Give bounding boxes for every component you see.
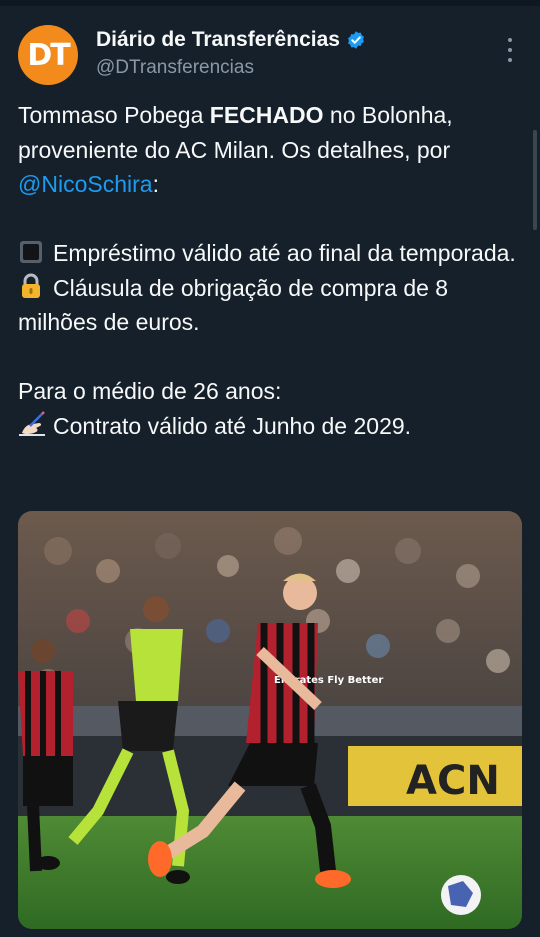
tweet-bullet-1: Empréstimo válido até ao final da tempor… xyxy=(18,236,528,271)
writing-hand-icon xyxy=(18,410,45,436)
tweet-text: Tommaso Pobega FECHADO no Bolonha, prove… xyxy=(18,98,528,443)
lock-icon xyxy=(18,273,44,298)
author-name[interactable]: Diário de Transferências xyxy=(96,28,340,52)
stadium-board-text: ACN xyxy=(406,758,500,804)
bullet-2-text: Cláusula de obrigação de compra de 8 mil… xyxy=(18,274,449,336)
bullet-3-text: Contrato válido até Junho de 2029. xyxy=(53,412,412,439)
tweet-bullet-3: Contrato válido até Junho de 2029. xyxy=(18,409,528,444)
scrollbar[interactable] xyxy=(533,130,537,230)
tweet-paragraph-1: Tommaso Pobega FECHADO no Bolonha, prove… xyxy=(18,98,528,202)
avatar-logo: DT xyxy=(27,37,70,73)
top-divider xyxy=(0,0,540,6)
tweet-bold-word: FECHADO xyxy=(209,102,324,128)
tweet-text-segment: : xyxy=(152,171,159,197)
author-handle[interactable]: @DTransferencias xyxy=(96,57,254,79)
tweet-photo[interactable]: ACN Emirates Fly Better xyxy=(18,511,522,929)
tweet-paragraph-3: Para o médio de 26 anos: xyxy=(18,378,282,404)
avatar[interactable]: DT xyxy=(18,25,78,85)
football-photo-illustration: ACN Emirates Fly Better xyxy=(18,511,522,929)
tweet-text-segment: Tommaso Pobega xyxy=(18,102,210,128)
black-square-icon xyxy=(18,239,44,263)
more-options-icon[interactable] xyxy=(500,38,520,62)
verified-badge-icon xyxy=(346,30,366,50)
mention-link[interactable]: @NicoSchira xyxy=(18,171,153,197)
tweet-bullet-2: Cláusula de obrigação de compra de 8 mil… xyxy=(18,271,528,340)
bullet-1-text: Empréstimo válido até ao final da tempor… xyxy=(53,240,516,266)
author-name-row[interactable]: Diário de Transferências xyxy=(96,28,366,52)
